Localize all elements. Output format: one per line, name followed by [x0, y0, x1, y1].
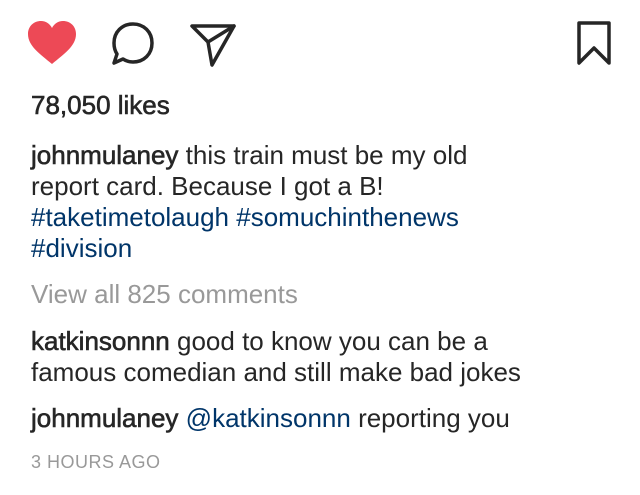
- comment-text: reporting you: [358, 403, 510, 433]
- share-icon[interactable]: [188, 20, 238, 68]
- comment-icon[interactable]: [108, 20, 158, 68]
- heart-icon[interactable]: [26, 20, 78, 66]
- caption-hashtags-line2[interactable]: #division: [31, 233, 621, 264]
- view-all-comments-link[interactable]: View all 825 comments: [31, 279, 298, 310]
- likes-count[interactable]: 78,050 likes: [31, 90, 170, 121]
- comment-mention[interactable]: @katkinsonnn: [186, 403, 351, 433]
- caption-username[interactable]: johnmulaney: [31, 140, 179, 171]
- comment-text-line1: good to know you can be a: [177, 326, 488, 356]
- caption-text-line1: this train must be my old: [185, 140, 468, 170]
- comment-item: katkinsonnn good to know you can be a fa…: [31, 326, 521, 388]
- comment-username[interactable]: katkinsonnn: [31, 326, 170, 357]
- post-timestamp: 3 HOURS AGO: [31, 452, 161, 472]
- comment-item: johnmulaney @katkinsonnn reporting you: [31, 403, 510, 434]
- bookmark-icon[interactable]: [574, 20, 614, 66]
- caption-hashtags-line1[interactable]: #taketimetolaugh #somuchinthenews: [31, 202, 621, 233]
- caption-text-line2: report card. Because I got a B!: [31, 171, 384, 201]
- post-action-bar: [0, 0, 640, 90]
- comment-text-line2: famous comedian and still make bad jokes: [31, 357, 521, 387]
- post-caption: johnmulaney this train must be my old re…: [31, 140, 621, 264]
- comment-username[interactable]: johnmulaney: [31, 403, 179, 434]
